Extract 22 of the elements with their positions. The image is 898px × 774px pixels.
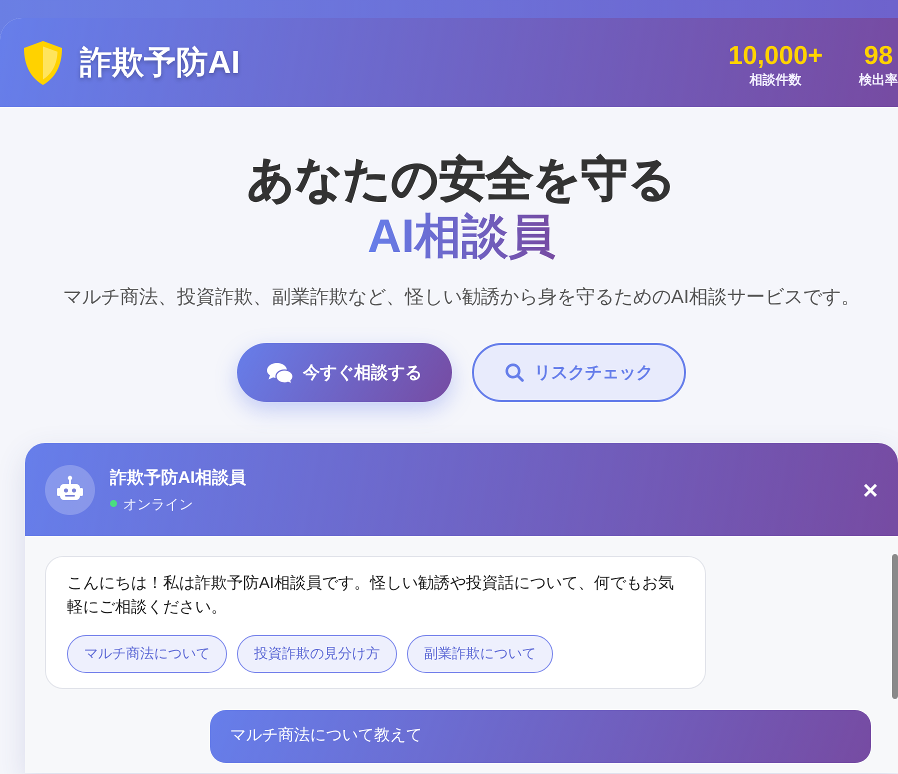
- hero-subtitle: マルチ商法、投資詐欺、副業詐欺など、怪しい勧誘から身を守るためのAI相談サービスです。: [63, 286, 860, 310]
- stat-label: 検出率: [859, 72, 898, 88]
- chat-bubbles-icon: [267, 362, 293, 384]
- chat-title: 詐欺予防AI相談員: [110, 466, 246, 488]
- consult-button[interactable]: 今すぐ相談する: [237, 343, 452, 402]
- risk-check-button[interactable]: リスクチェック: [472, 343, 686, 402]
- scrollbar-thumb[interactable]: [892, 554, 898, 699]
- shield-icon: [22, 40, 64, 86]
- robot-avatar-icon: [45, 464, 95, 514]
- close-button[interactable]: ×: [860, 476, 880, 502]
- quick-reply-button[interactable]: 投資詐欺の見分け方: [237, 635, 397, 673]
- quick-reply-button[interactable]: 副業詐欺について: [407, 635, 553, 673]
- search-icon: [505, 363, 524, 382]
- message-bubble: マルチ商法について教えて: [210, 710, 871, 763]
- hero-title: あなたの安全を守る: [247, 151, 676, 207]
- message-text: こんにちは！私は詐欺予防AI相談員です。怪しい勧誘や投資話について、何でもお気軽にご相談ください。: [67, 574, 676, 618]
- stat-value: 10,000+: [728, 40, 823, 70]
- quick-reply-button[interactable]: マルチ商法について: [67, 635, 227, 673]
- logo-text: 詐欺予防AI: [80, 42, 240, 82]
- stat-label: 相談件数: [750, 72, 802, 88]
- stat-value: 98: [864, 40, 893, 70]
- status-text: オンライン: [123, 494, 193, 512]
